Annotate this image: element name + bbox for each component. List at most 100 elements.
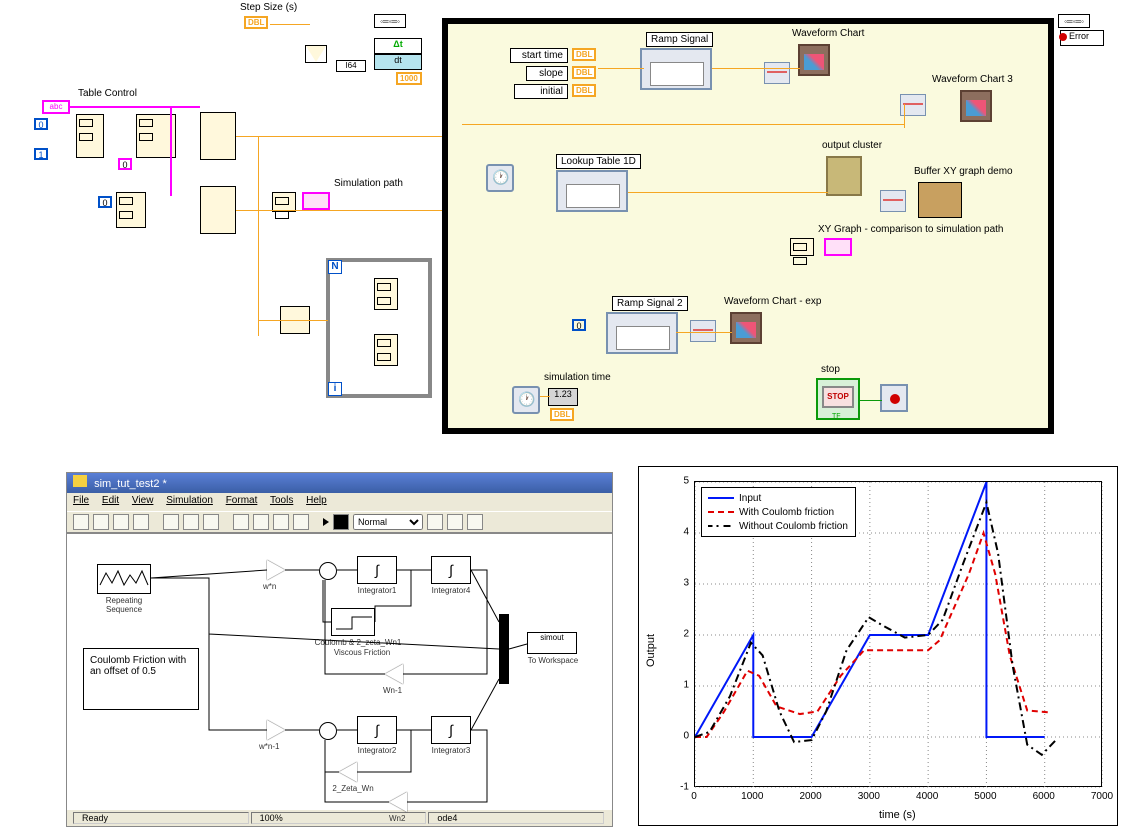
stop-icon[interactable] (333, 514, 349, 530)
waveform-chart-label: Waveform Chart (792, 28, 864, 39)
gain-wn1[interactable] (267, 720, 285, 740)
simulation-mode-select[interactable]: Normal (353, 514, 423, 530)
play-icon[interactable] (323, 518, 329, 526)
debug-icon[interactable] (293, 514, 309, 530)
slope-dbl[interactable]: DBL (572, 66, 596, 79)
sim-header-glyph-2: ◦═◦═◦ (1058, 14, 1090, 28)
simulink-title: sim_tut_test2 * (94, 478, 167, 490)
i-terminal: i (328, 382, 342, 396)
tb-extra-1[interactable] (427, 514, 443, 530)
sim-clock-2 (512, 386, 540, 414)
repeating-sequence-label: Repeating Sequence (97, 596, 151, 614)
sim-time-indicator[interactable]: 1.23 (548, 388, 578, 406)
tb-extra-3[interactable] (467, 514, 483, 530)
waveform-chart-exp-label: Waveform Chart - exp (724, 296, 821, 307)
menu-tools[interactable]: Tools (270, 495, 293, 506)
xy-graph-label: XY Graph - comparison to simulation path (818, 224, 1003, 235)
output-cluster[interactable] (826, 156, 862, 196)
gain-wn2-label: Wn2 (389, 814, 405, 823)
gain-wn-1-back[interactable] (385, 664, 403, 684)
redo-icon[interactable] (253, 514, 269, 530)
tb-extra-2[interactable] (447, 514, 463, 530)
delta-t-box: Δt (374, 38, 422, 54)
undo-icon[interactable] (233, 514, 249, 530)
paste-icon[interactable] (203, 514, 219, 530)
cut-icon[interactable] (163, 514, 179, 530)
open-icon[interactable] (93, 514, 109, 530)
n-terminal: N (328, 260, 342, 274)
stop-tf: TF (832, 413, 841, 420)
halt-sim-icon (880, 384, 908, 412)
slope-label: slope (526, 66, 568, 81)
gain-wn[interactable] (267, 560, 285, 580)
integrator3-block[interactable]: ∫ (431, 716, 471, 744)
frac-string-2 (200, 186, 236, 234)
simout-block[interactable]: simout (527, 632, 577, 654)
menu-edit[interactable]: Edit (102, 495, 119, 506)
browser-icon[interactable] (273, 514, 289, 530)
integrator3-label: Integrator3 (425, 746, 477, 755)
initial-label: initial (514, 84, 568, 99)
step-size-dbl[interactable]: DBL (244, 16, 268, 29)
i64-box: I64 (336, 60, 366, 72)
chart-legend: Input With Coulomb friction Without Coul… (701, 487, 856, 537)
simulation-time-label: simulation time (544, 372, 611, 383)
mux-block[interactable] (499, 614, 509, 684)
menu-view[interactable]: View (132, 495, 154, 506)
status-ready: Ready (73, 812, 249, 824)
waveform-chart-3[interactable] (960, 90, 992, 122)
legend-with-coulomb: With Coulomb friction (739, 507, 834, 518)
repeating-sequence-block[interactable] (97, 564, 151, 594)
sim-clock-1 (486, 164, 514, 192)
initial-dbl[interactable]: DBL (572, 84, 596, 97)
waveform-chart[interactable] (798, 44, 830, 76)
error-label: Error (1069, 31, 1089, 41)
abc-control[interactable]: abc (42, 100, 70, 114)
annotation-block[interactable]: Coulomb Friction with an offset of 0.5 (83, 648, 199, 710)
integrator1-block[interactable]: ∫ (357, 556, 397, 584)
integrator2-block[interactable]: ∫ (357, 716, 397, 744)
for-loop: N i (326, 258, 432, 398)
unbundle-1 (880, 190, 906, 212)
const-1a: 1 (34, 148, 48, 160)
gain-2zeta[interactable] (339, 762, 357, 782)
menu-format[interactable]: Format (226, 495, 258, 506)
waveform-chart-exp[interactable] (730, 312, 762, 344)
menu-file[interactable]: File (73, 495, 89, 506)
menu-simulation[interactable]: Simulation (166, 495, 213, 506)
loop-bundle-2 (374, 334, 398, 366)
simulation-path-terminal[interactable] (302, 192, 330, 210)
buffer-xy-block (918, 182, 962, 218)
integrator4-block[interactable]: ∫ (431, 556, 471, 584)
integrator4-label: Integrator4 (425, 586, 477, 595)
stop-button[interactable]: STOP (822, 386, 854, 408)
simulink-menu[interactable]: File Edit View Simulation Format Tools H… (67, 493, 612, 511)
lookup-table-block (556, 170, 628, 212)
sum-1[interactable] (319, 562, 337, 580)
coulomb-block[interactable] (331, 608, 375, 636)
simulink-canvas[interactable]: Repeating Sequence Coulomb Friction with… (67, 533, 612, 808)
start-time-label: start time (510, 48, 568, 63)
gain-2zeta-label: 2_Zeta_Wn (323, 784, 383, 793)
simulink-titlebar[interactable]: sim_tut_test2 * (67, 473, 612, 493)
y-axis-label: Output (645, 634, 657, 667)
legend-input: Input (739, 493, 761, 504)
new-icon[interactable] (73, 514, 89, 530)
waveform-chart3-label: Waveform Chart 3 (932, 74, 1013, 85)
output-cluster-label: output cluster (822, 140, 882, 151)
print-icon[interactable] (133, 514, 149, 530)
gain-wn2[interactable] (389, 792, 407, 812)
menu-help[interactable]: Help (306, 495, 327, 506)
stop-frame: STOP TF (816, 378, 860, 420)
viscous-label: Viscous Friction (325, 648, 399, 657)
error-dot-icon (1059, 33, 1067, 41)
simulink-toolbar: Normal (67, 511, 612, 533)
sum-2[interactable] (319, 722, 337, 740)
xy-graph-terminal[interactable] (824, 238, 852, 256)
save-icon[interactable] (113, 514, 129, 530)
start-time-dbl[interactable]: DBL (572, 48, 596, 61)
copy-icon[interactable] (183, 514, 199, 530)
ramp-signal-block (640, 48, 712, 90)
const-0d: 0 (572, 319, 586, 331)
error-out[interactable]: Error (1060, 30, 1104, 46)
